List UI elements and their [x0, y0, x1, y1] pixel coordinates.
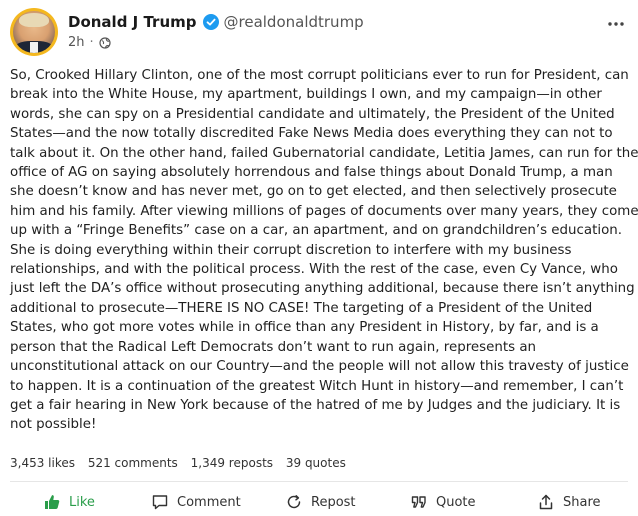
quote-label: Quote — [436, 494, 476, 510]
quotes-count[interactable]: 39 quotes — [286, 456, 346, 470]
author-line: Donald J Trump @realdonaldtrump — [68, 12, 364, 32]
post-text-line: She is doing everything within their cor… — [10, 242, 572, 258]
repost-label: Repost — [311, 494, 356, 510]
quote-marks-icon — [411, 496, 426, 508]
avatar-photo — [13, 11, 55, 53]
post-text-line: States—and the now totally discredited F… — [10, 126, 613, 142]
post-header: Donald J Trump @realdonaldtrump 2h · — [10, 8, 630, 58]
post-timestamp[interactable]: 2h — [68, 35, 85, 50]
quote-button[interactable]: Quote — [410, 488, 476, 516]
post-meta: 2h · — [68, 35, 111, 50]
stats-divider — [10, 481, 628, 482]
avatar[interactable] — [10, 8, 58, 56]
repost-button[interactable]: Repost — [285, 488, 356, 516]
post-body: So, Crooked Hillary Clinton, one of the … — [10, 66, 638, 435]
post-stats: 3,453 likes 521 comments 1,349 reposts 3… — [10, 456, 355, 470]
speech-bubble-icon — [152, 495, 168, 510]
like-button[interactable]: Like — [43, 488, 95, 516]
post-text-line: talk about it. On the other hand, failed… — [10, 145, 638, 161]
meta-separator: · — [89, 35, 94, 50]
thumbs-up-icon — [45, 495, 60, 509]
comment-label: Comment — [177, 494, 241, 510]
like-label: Like — [69, 494, 95, 510]
post-text-line: not possible! — [10, 417, 97, 433]
author-display-name[interactable]: Donald J Trump — [68, 13, 197, 31]
verified-check-icon — [202, 14, 219, 30]
post-text-line: relationships, and with the political pr… — [10, 262, 618, 278]
comments-count[interactable]: 521 comments — [88, 456, 178, 470]
post-text-line: office of AG on saying absolutely horren… — [10, 165, 613, 181]
author-handle[interactable]: @realdonaldtrump — [224, 13, 364, 31]
post-text-line: she doesn’t know and has never met, go o… — [10, 184, 617, 200]
post-text-line: to happen. It is a continuation of the g… — [10, 378, 624, 394]
post-text-line: words, she can spy on a Presidential can… — [10, 106, 615, 122]
post-text-line: get a fair hearing in New York because o… — [10, 397, 621, 413]
post-text-line: unconstitutional attack on our Country—a… — [10, 359, 629, 375]
post-text-line: him and his family. After viewing millio… — [10, 203, 638, 219]
share-label: Share — [563, 494, 601, 510]
repost-arrow-icon — [287, 495, 301, 509]
share-button[interactable]: Share — [537, 488, 601, 516]
post-text-line: person that the Radical Left Democrats d… — [10, 339, 537, 355]
share-upload-icon — [539, 494, 553, 510]
post-text-line: just left the DA’s office without prosec… — [10, 281, 635, 297]
post-action-bar: Like Comment Repost Quote Share — [10, 488, 628, 516]
truth-post-card: Donald J Trump @realdonaldtrump 2h · So,… — [0, 0, 638, 516]
post-text-line: up with a “Fringe Benefits” case on a ca… — [10, 223, 623, 239]
comment-button[interactable]: Comment — [151, 488, 241, 516]
globe-icon — [99, 36, 111, 49]
reposts-count[interactable]: 1,349 reposts — [191, 456, 273, 470]
post-text-line: break into the White House, my apartment… — [10, 87, 602, 103]
post-text-line: States, who got more votes while in offi… — [10, 320, 599, 336]
post-text-line: additional to prosecute—THERE IS NO CASE… — [10, 300, 593, 316]
likes-count[interactable]: 3,453 likes — [10, 456, 75, 470]
more-horizontal-icon[interactable] — [606, 14, 626, 34]
post-text-line: So, Crooked Hillary Clinton, one of the … — [10, 68, 629, 83]
